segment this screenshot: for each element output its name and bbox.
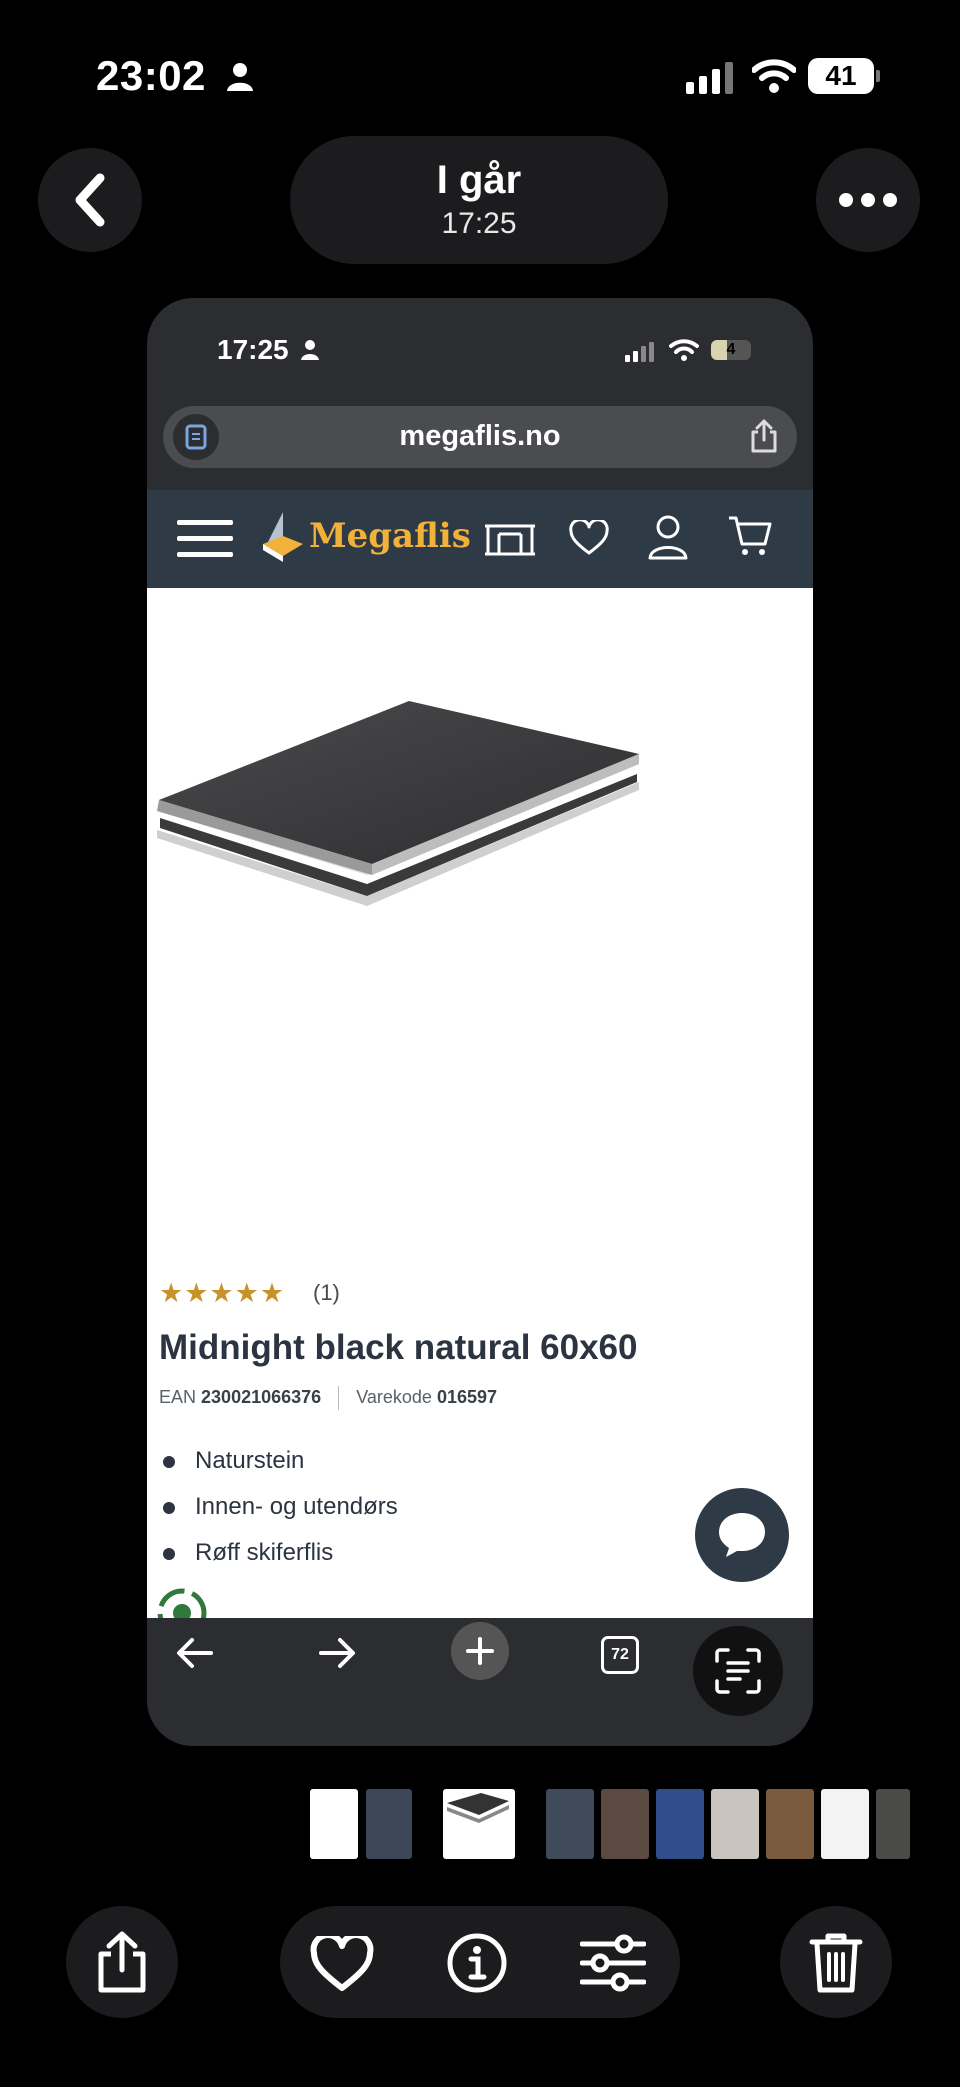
rating-stars: ★★★★★ [159,1278,286,1308]
list-item: Røff skiferflis [159,1530,398,1576]
showroom-icon[interactable] [485,520,535,556]
site-navigation: Megaflis [147,490,813,588]
photo-date: I går [436,158,522,202]
trash-icon [809,1933,863,1993]
site-logo[interactable]: Megaflis [309,516,471,556]
action-pill [280,1906,680,2018]
date-pill: I går 17:25 [290,136,668,264]
meta-divider [338,1386,340,1410]
scan-text-icon [715,1648,761,1694]
thumbnail-tile-image [447,1793,509,1823]
account-icon[interactable] [647,514,689,560]
battery-indicator: 4 [711,340,751,360]
thumbnail[interactable] [711,1789,759,1859]
info-icon[interactable] [446,1932,508,1994]
back-icon [75,173,105,227]
wifi-icon [752,59,796,93]
sku-label: Varekode [356,1386,432,1407]
battery-cap [876,70,880,82]
menu-icon[interactable] [177,518,233,560]
share-icon[interactable] [749,418,779,454]
thumbnail[interactable] [310,1789,358,1859]
live-text-button[interactable] [693,1626,783,1716]
new-tab-button[interactable] [451,1622,509,1680]
chat-icon [719,1513,765,1557]
thumbnail-current[interactable] [443,1789,515,1859]
back-arrow-icon[interactable] [175,1636,215,1670]
list-item: Innen- og utendørs [159,1484,398,1530]
more-button[interactable] [816,148,920,252]
thumbnail[interactable] [821,1789,869,1859]
cart-icon[interactable] [727,514,773,558]
thumbnail[interactable] [601,1789,649,1859]
browser-toolbar: 72 [147,1618,813,1746]
address-bar[interactable]: megaflis.no [163,406,797,468]
heart-icon[interactable] [310,1936,374,1992]
person-icon [301,340,319,360]
more-icon [839,193,897,207]
product-meta: EAN 230021066376 Varekode 016597 [159,1386,497,1410]
url-text: megaflis.no [399,420,561,452]
thumbnail[interactable] [766,1789,814,1859]
signal-icon [686,62,733,94]
back-button[interactable] [38,148,142,252]
status-time: 23:02 [96,52,206,99]
ean-label: EAN [159,1386,197,1407]
thumbnail[interactable] [366,1789,412,1859]
list-item: Naturstein [159,1438,398,1484]
sku-value: 016597 [436,1386,498,1407]
tabs-button[interactable]: 72 [601,1636,639,1674]
product-image[interactable] [157,678,797,978]
share-icon [98,1931,146,1993]
screenshot-preview: 17:25 4 megaflis.no Megaflis ★★★★★ (1) M… [147,298,813,1746]
rating-count[interactable]: (1) [313,1280,340,1306]
battery-indicator: 41 [808,58,874,94]
thumbnail[interactable] [876,1789,910,1859]
inner-status-time: 17:25 [217,334,289,365]
feature-list: Naturstein Innen- og utendørs Røff skife… [159,1438,398,1576]
battery-value: 4 [726,341,736,358]
forward-arrow-icon[interactable] [317,1636,357,1670]
thumbnail[interactable] [656,1789,704,1859]
thumbnail[interactable] [546,1789,594,1859]
person-icon [227,63,253,91]
logo-mark-icon [263,512,303,562]
share-button[interactable] [66,1906,178,2018]
plus-icon [466,1637,494,1665]
wifi-icon [669,339,699,361]
heart-icon[interactable] [569,520,609,556]
product-title: Midnight black natural 60x60 [159,1328,638,1367]
battery-level [711,340,727,360]
photo-time: 17:25 [441,207,517,240]
ean-value: 230021066376 [201,1386,322,1407]
delete-button[interactable] [780,1906,892,2018]
chat-button[interactable] [695,1488,789,1582]
signal-icon [625,342,654,362]
product-page: ★★★★★ (1) Midnight black natural 60x60 E… [147,588,813,1638]
adjust-icon[interactable] [580,1934,646,1992]
